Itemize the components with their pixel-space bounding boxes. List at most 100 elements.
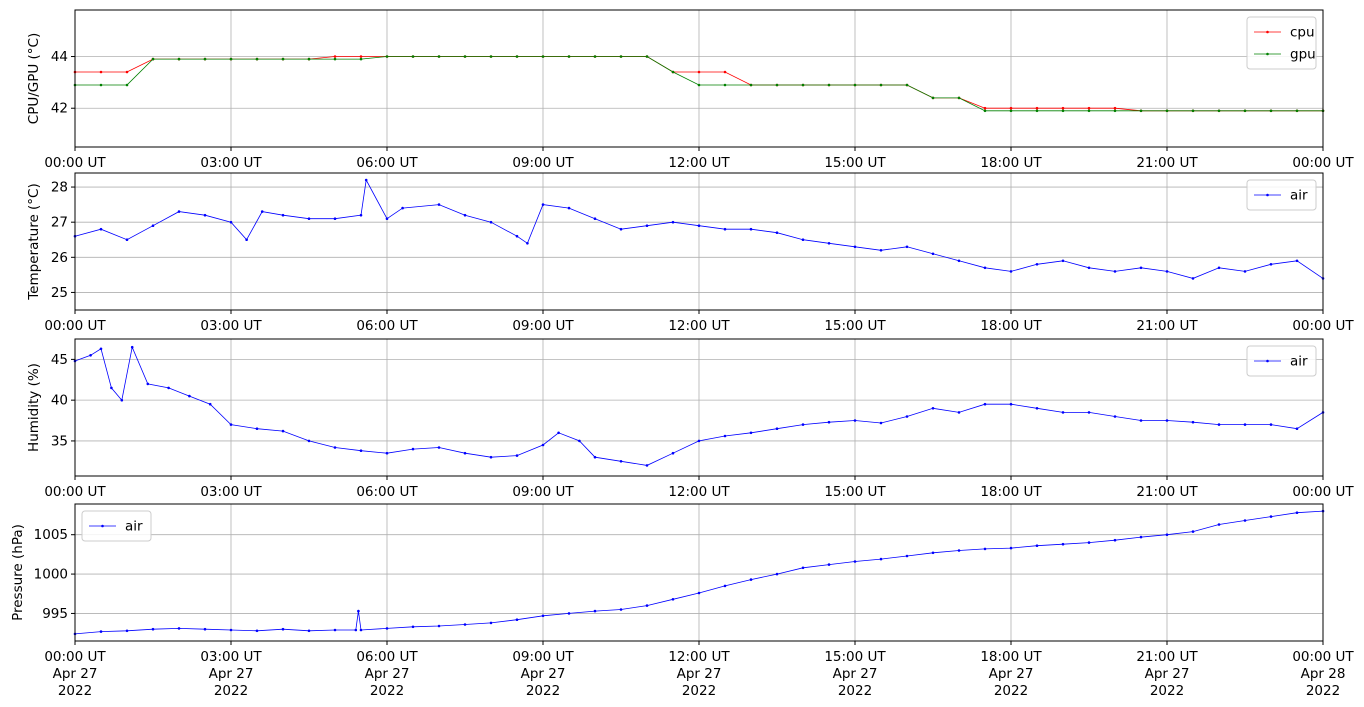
data-point — [1061, 106, 1065, 110]
data-point — [255, 427, 259, 431]
data-point — [983, 547, 987, 551]
x-tick-label: 2022 — [526, 683, 560, 699]
data-point — [1295, 259, 1299, 263]
data-point — [983, 402, 987, 406]
data-point — [775, 231, 779, 234]
data-point — [401, 206, 404, 210]
data-point — [671, 598, 675, 601]
x-tick-label: 2022 — [214, 683, 248, 699]
data-point — [167, 386, 170, 390]
x-tick-label: 00:00 UT — [44, 649, 106, 665]
data-point — [931, 252, 935, 256]
legend-label-air: air — [1290, 188, 1308, 204]
data-point — [775, 83, 779, 87]
x-tick-label: 2022 — [1306, 683, 1340, 699]
data-point — [697, 224, 701, 227]
data-point — [1139, 535, 1143, 539]
data-point — [827, 83, 831, 87]
data-point — [489, 220, 493, 224]
data-point — [801, 423, 805, 426]
data-point — [1217, 109, 1221, 113]
data-point — [333, 446, 337, 449]
data-point — [1113, 270, 1117, 273]
data-point — [125, 83, 129, 87]
x-tick-label: Apr 27 — [677, 666, 722, 682]
data-point — [437, 446, 441, 449]
x-tick-label: 12:00 UT — [668, 649, 730, 665]
y-tick-label: 44 — [51, 49, 68, 65]
data-point — [333, 217, 337, 220]
data-point — [255, 629, 259, 633]
y-tick-label: 28 — [51, 180, 68, 196]
y-axis-label: Temperature (°C) — [26, 183, 42, 301]
data-point — [879, 83, 883, 87]
data-point — [1191, 109, 1195, 113]
data-point — [125, 70, 129, 74]
data-point — [489, 621, 493, 625]
data-point — [645, 55, 649, 58]
data-point — [931, 551, 935, 555]
data-point — [1087, 109, 1091, 113]
x-tick-label: Apr 27 — [53, 666, 98, 682]
data-point — [229, 57, 233, 61]
x-tick-label: 18:00 UT — [980, 649, 1042, 665]
data-point — [697, 439, 701, 443]
y-tick-label: 42 — [51, 101, 68, 117]
data-point — [801, 238, 805, 241]
x-tick-label: 00:00 UT — [1292, 318, 1354, 334]
data-point — [723, 83, 727, 87]
x-tick-label: 00:00 UT — [1292, 155, 1354, 171]
data-point — [245, 238, 248, 241]
legend-marker-air — [1266, 359, 1269, 363]
data-point — [957, 259, 961, 263]
x-tick-label: 00:00 UT — [44, 484, 106, 500]
y-tick-label: 1000 — [34, 567, 68, 583]
x-tick-label: 00:00 UT — [1292, 484, 1354, 500]
data-point — [1217, 423, 1221, 426]
x-tick-label: 21:00 UT — [1136, 318, 1198, 334]
legend: air — [1246, 345, 1317, 377]
data-point — [260, 210, 264, 213]
data-point — [515, 55, 519, 58]
data-point — [385, 627, 389, 630]
data-point — [853, 83, 857, 87]
data-point — [203, 57, 207, 61]
data-point — [1009, 109, 1013, 113]
y-tick-label: 995 — [42, 606, 68, 622]
data-point — [853, 419, 857, 422]
data-point — [110, 386, 113, 390]
data-point — [1035, 263, 1039, 266]
data-point — [359, 57, 363, 61]
x-tick-label: 03:00 UT — [200, 649, 262, 665]
y-tick-label: 26 — [51, 250, 68, 266]
x-tick-label: 00:00 UT — [44, 318, 106, 334]
data-point — [151, 57, 155, 61]
data-point — [1165, 109, 1169, 113]
x-tick-label: 15:00 UT — [824, 484, 886, 500]
data-point — [333, 57, 337, 61]
x-tick-label: 2022 — [838, 683, 872, 699]
data-point — [619, 460, 623, 463]
data-point — [1087, 541, 1091, 544]
data-point — [463, 451, 467, 455]
x-tick-label: Apr 27 — [521, 666, 566, 682]
x-tick-label: 18:00 UT — [980, 155, 1042, 171]
data-point — [723, 584, 727, 588]
data-point — [354, 628, 358, 632]
data-point — [1295, 427, 1299, 431]
data-point — [333, 628, 337, 632]
data-point — [879, 557, 883, 561]
data-point — [125, 238, 129, 241]
data-point — [489, 55, 493, 58]
data-point — [1217, 266, 1221, 270]
data-point — [1061, 109, 1065, 113]
x-tick-label: Apr 27 — [989, 666, 1034, 682]
data-point — [411, 55, 415, 58]
data-point — [1243, 270, 1247, 273]
data-point — [281, 57, 285, 61]
data-point — [827, 563, 831, 566]
data-point — [1061, 259, 1065, 263]
x-tick-label: Apr 28 — [1301, 666, 1346, 682]
data-point — [177, 210, 181, 213]
x-tick-label: Apr 27 — [833, 666, 878, 682]
